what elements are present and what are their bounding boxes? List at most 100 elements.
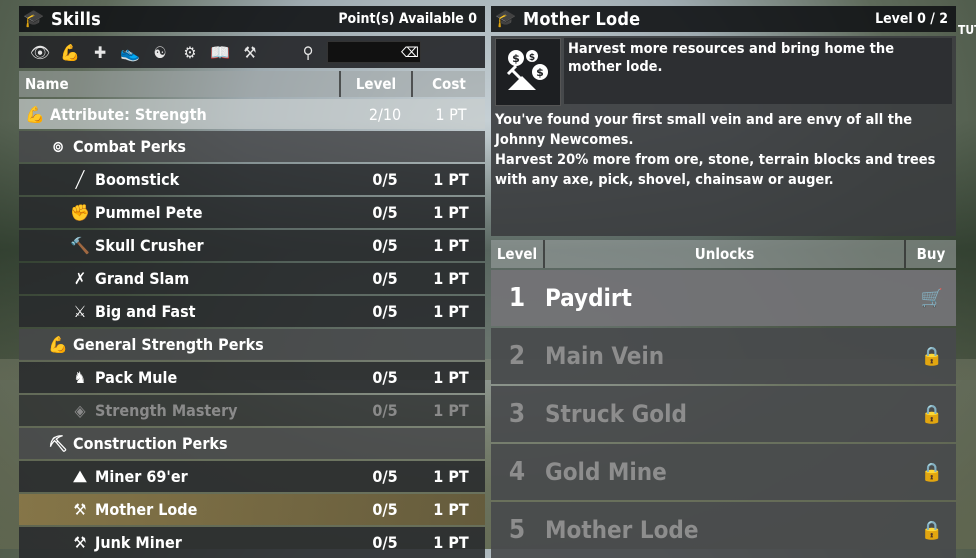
skills-table: Name Level Cost 💪 Attribute: Strength 2/… (19, 71, 485, 558)
perk-row-junk-miner[interactable]: ⚒ Junk Miner 0/5 1 PT (19, 527, 485, 558)
perk-name: Boomstick (95, 170, 180, 189)
mother-lode-artwork: $ $ $ (506, 50, 548, 90)
perk-cost: 1 PT (433, 236, 469, 255)
eye-icon[interactable]: 👁 (25, 40, 55, 64)
perk-description-flavor: You've found your first small vein and a… (495, 112, 913, 148)
unlock-level: 5 (508, 515, 526, 545)
unlock-row-4[interactable]: 4 Gold Mine 🔒 (491, 444, 956, 500)
perk-cost: 1 PT (433, 500, 469, 519)
unlock-row-1[interactable]: 1 Paydirt 🛒 (491, 270, 956, 326)
perk-name: Grand Slam (95, 269, 190, 288)
perk-level: 0/5 (372, 170, 398, 189)
category-row-general-strength[interactable]: 💪 General Strength Perks (19, 329, 485, 360)
clear-search-icon[interactable]: ⌫ (401, 45, 419, 61)
lock-icon: 🔒 (920, 461, 944, 483)
unlock-level: 3 (508, 399, 526, 429)
perk-row-mother-lode[interactable]: ⚒ Mother Lode 0/5 1 PT (19, 494, 485, 525)
perk-level: 0/5 (372, 302, 398, 321)
lock-icon: 🔒 (920, 403, 944, 425)
skills-panel: 🎓 Skills Point(s) Available 0 👁 💪 ✚ 👟 ☯ … (19, 6, 485, 558)
attribute-cost: 1 PT (435, 104, 467, 124)
construction-icon: ⛏ (47, 434, 69, 453)
column-buy: Buy (916, 245, 946, 263)
perk-cost: 1 PT (433, 533, 469, 552)
category-row-combat[interactable]: ⊚ Combat Perks (19, 131, 485, 162)
unlock-name: Main Vein (545, 342, 665, 370)
combat-icon: ⊚ (51, 137, 65, 156)
strength-arm-icon[interactable]: 💪 (55, 40, 85, 64)
perk-name: Junk Miner (95, 533, 182, 552)
perk-row-skull-crusher[interactable]: 🔨 Skull Crusher 0/5 1 PT (19, 230, 485, 261)
shotgun-icon: ╱ (75, 170, 85, 189)
skills-table-header: Name Level Cost (19, 71, 485, 97)
unlock-level: 1 (508, 283, 526, 313)
perk-row-strength-mastery[interactable]: ◈ Strength Mastery 0/5 1 PT (19, 395, 485, 426)
cart-icon[interactable]: 🛒 (920, 286, 944, 310)
unlocks-table-header: Level Unlocks Buy (491, 240, 956, 268)
category-name: General Strength Perks (73, 335, 264, 354)
svg-text:$: $ (512, 52, 520, 65)
perk-row-big-and-fast[interactable]: ⚔ Big and Fast 0/5 1 PT (19, 296, 485, 327)
unlock-row-5[interactable]: 5 Mother Lode 🔒 (491, 502, 956, 558)
mother-lode-icon: $ $ $ (495, 38, 561, 106)
perk-level: 0/5 (372, 236, 398, 255)
perk-summary: Harvest more resources and bring home th… (564, 38, 952, 104)
skills-title: Skills (51, 8, 101, 30)
perk-row-boomstick[interactable]: ╱ Boomstick 0/5 1 PT (19, 164, 485, 195)
unlock-level: 2 (508, 341, 526, 371)
attribute-row-strength[interactable]: 💪 Attribute: Strength 2/10 1 PT (19, 99, 485, 129)
skills-titlebar: 🎓 Skills Point(s) Available 0 (19, 6, 485, 32)
perk-description-effect: Harvest 20% more from ore, stone, terrai… (495, 152, 936, 188)
perk-cost: 1 PT (433, 467, 469, 486)
perk-name: Pack Mule (95, 368, 178, 387)
lock-icon: 🔒 (920, 345, 944, 367)
perk-row-pack-mule[interactable]: ♞ Pack Mule 0/5 1 PT (19, 362, 485, 393)
unlock-name: Paydirt (545, 284, 632, 312)
book-icon[interactable]: 📖 (205, 40, 235, 64)
brain-icon[interactable]: ☯ (145, 40, 175, 64)
unlock-name: Mother Lode (545, 516, 699, 544)
strength-arm-icon: 💪 (48, 335, 68, 354)
perk-cost: 1 PT (433, 302, 469, 321)
unlock-row-3[interactable]: 3 Struck Gold 🔒 (491, 386, 956, 442)
graduation-cap-icon: 🎓 (23, 9, 45, 29)
mother-lode-icon: ⚒ (73, 500, 87, 519)
points-available: Point(s) Available 0 (338, 11, 477, 27)
column-level[interactable]: Level (341, 71, 413, 97)
perk-level: 0/5 (372, 401, 398, 420)
search-icon[interactable]: ⚲ (293, 40, 323, 64)
lock-icon: 🔒 (920, 519, 944, 541)
strength-arm-icon: 💪 (25, 104, 45, 124)
junk-miner-icon: ⚒ (73, 533, 87, 552)
perk-level: 0/5 (372, 467, 398, 486)
column-unlocks: Unlocks (545, 240, 906, 268)
perk-name: Big and Fast (95, 302, 196, 321)
offscreen-hud-text: TUT (958, 23, 976, 37)
crossed-weapons-icon: ⚔ (73, 302, 87, 321)
category-row-construction[interactable]: ⛏ Construction Perks (19, 428, 485, 459)
perk-row-pummel-pete[interactable]: ✊ Pummel Pete 0/5 1 PT (19, 197, 485, 228)
perk-cost: 1 PT (433, 401, 469, 420)
column-name[interactable]: Name (19, 71, 341, 97)
perk-description-box: $ $ $ Harvest more resources and bring h… (491, 36, 956, 236)
plus-icon[interactable]: ✚ (85, 40, 115, 64)
hammer-icon[interactable]: ⚒ (235, 40, 265, 64)
unlock-row-2[interactable]: 2 Main Vein 🔒 (491, 328, 956, 384)
perk-detail-panel: 🎓 Mother Lode Level 0 / 2 $ $ $ Harvest … (491, 6, 956, 558)
perk-level: 0/5 (372, 269, 398, 288)
running-shoe-icon[interactable]: 👟 (115, 40, 145, 64)
perk-row-grand-slam[interactable]: ✗ Grand Slam 0/5 1 PT (19, 263, 485, 294)
unlock-name: Struck Gold (545, 400, 687, 428)
perk-level: 0/5 (372, 368, 398, 387)
column-cost[interactable]: Cost (413, 71, 485, 97)
perk-level: 0/5 (372, 533, 398, 552)
perk-cost: 1 PT (433, 170, 469, 189)
perk-name: Mother Lode (95, 500, 198, 519)
gear-icon[interactable]: ⚙ (175, 40, 205, 64)
mining-icon: ⛰ (73, 466, 87, 486)
perk-cost: 1 PT (433, 368, 469, 387)
perk-cost: 1 PT (433, 203, 469, 222)
perk-row-miner-69er[interactable]: ⛰ Miner 69'er 0/5 1 PT (19, 461, 485, 492)
perk-name: Skull Crusher (95, 236, 204, 255)
diamond-icon: ◈ (74, 401, 86, 420)
